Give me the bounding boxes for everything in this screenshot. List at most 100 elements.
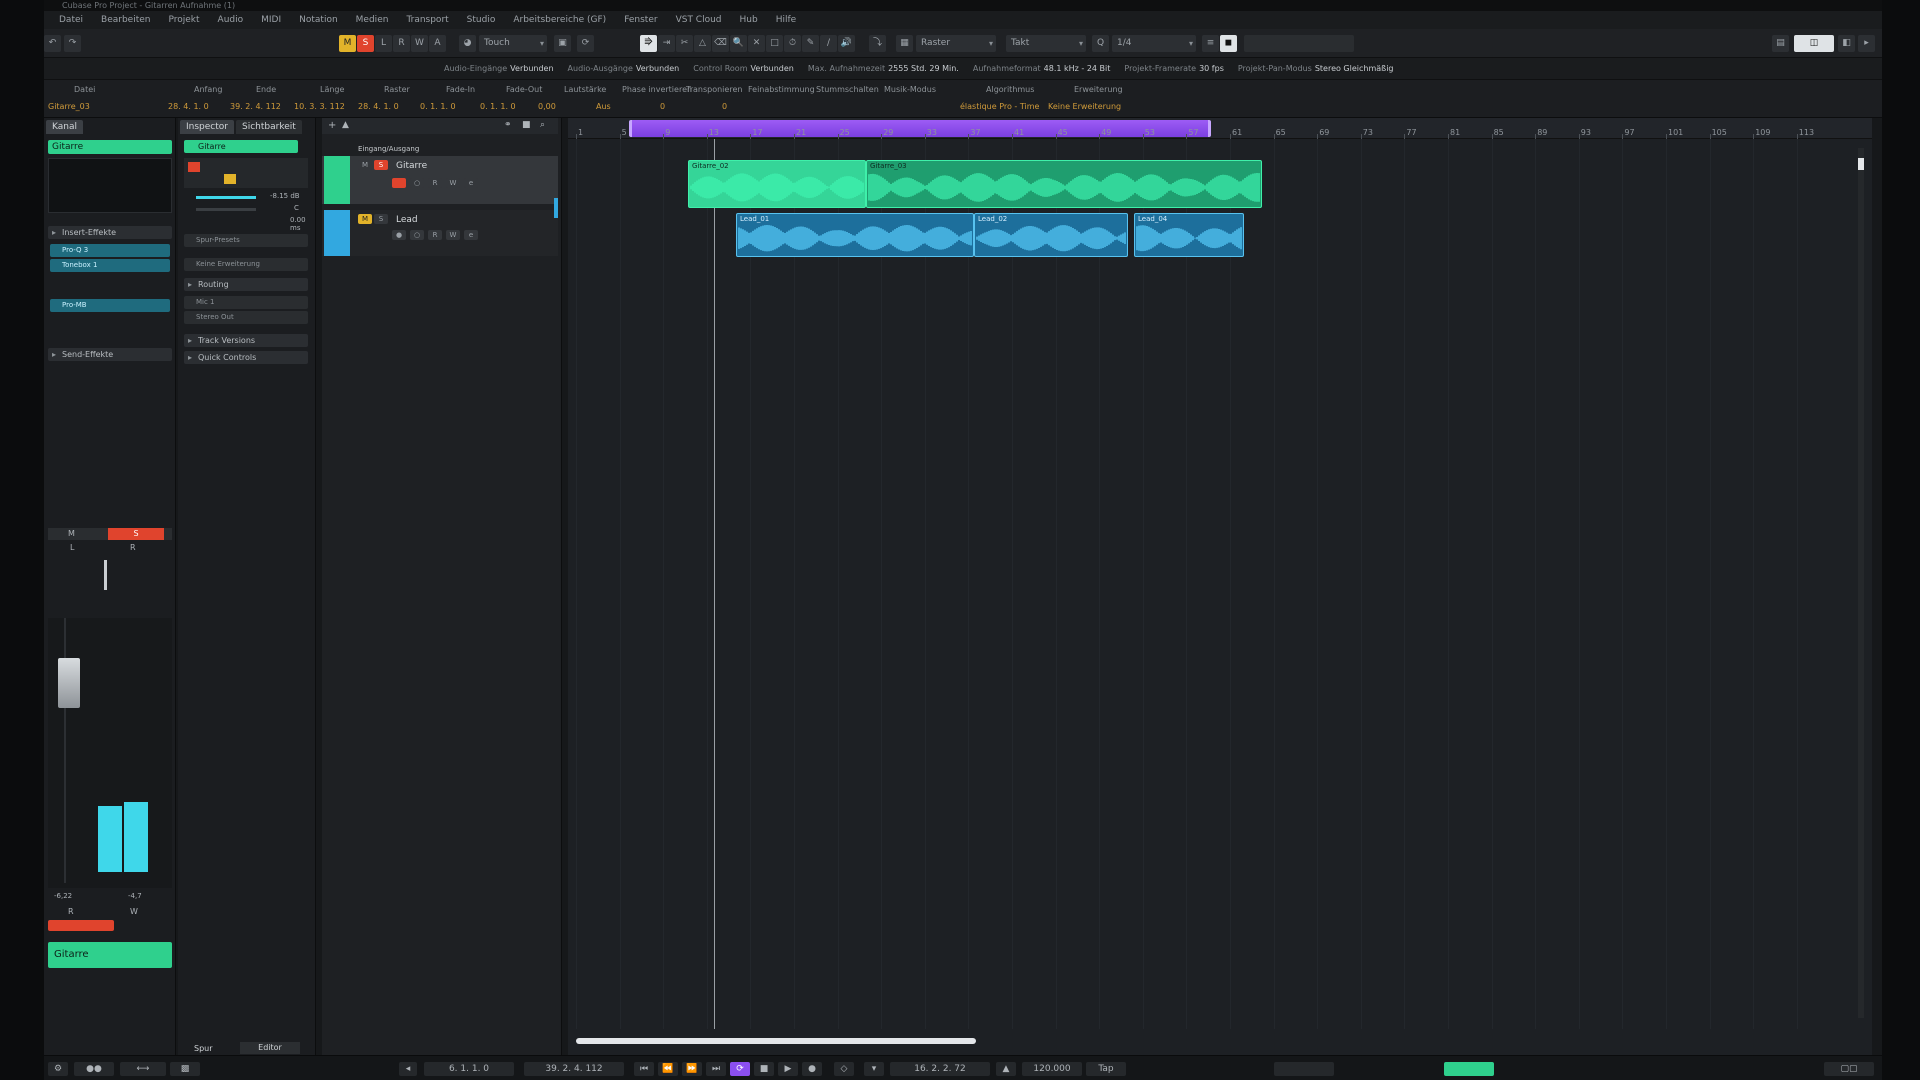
forward-icon[interactable]: ⏩ bbox=[682, 1062, 702, 1076]
info-value[interactable]: Gitarre_03 bbox=[48, 102, 90, 111]
channel-mute-button[interactable]: M bbox=[68, 528, 75, 540]
track-settings-icon[interactable]: ■ bbox=[522, 120, 531, 130]
record-icon[interactable]: ● bbox=[802, 1062, 822, 1076]
menu-item-4[interactable]: MIDI bbox=[252, 15, 290, 25]
left-locator-value[interactable]: 6. 1. 1. 0 bbox=[424, 1062, 514, 1076]
quick-controls-section[interactable]: Quick Controls bbox=[184, 351, 308, 364]
menu-item-10[interactable]: Fenster bbox=[615, 15, 666, 25]
info-value[interactable]: Keine Erweiterung bbox=[1048, 102, 1121, 111]
event-grid[interactable] bbox=[568, 118, 1872, 1055]
record-enable-button[interactable] bbox=[48, 920, 114, 931]
info-value[interactable]: 0,00 bbox=[538, 102, 556, 111]
automation-mode-dropdown[interactable]: Touch bbox=[479, 35, 547, 52]
stop-icon[interactable]: ■ bbox=[754, 1062, 774, 1076]
nudge-icons[interactable]: ⟷ bbox=[120, 1062, 166, 1076]
insert-slot-1[interactable]: Pro-Q 3 bbox=[50, 244, 170, 257]
snap-icon[interactable]: ⤵ bbox=[869, 35, 886, 52]
mute-tool-icon[interactable]: ✕ bbox=[748, 35, 765, 52]
vertical-scrollbar[interactable] bbox=[1858, 148, 1864, 1018]
track-presets-field[interactable]: Spur-Presets bbox=[184, 234, 308, 247]
channel-name[interactable]: Gitarre bbox=[48, 140, 172, 154]
menu-item-11[interactable]: VST Cloud bbox=[667, 15, 731, 25]
track-mute-button[interactable]: M bbox=[358, 160, 372, 170]
info-value[interactable]: 0. 1. 1. 0 bbox=[480, 102, 516, 111]
routing-section[interactable]: Routing bbox=[184, 278, 308, 291]
info-value[interactable]: 10. 3. 3. 112 bbox=[294, 102, 345, 111]
menu-item-3[interactable]: Audio bbox=[209, 15, 253, 25]
info-value[interactable]: 0. 1. 1. 0 bbox=[420, 102, 456, 111]
write-mode-button[interactable]: W bbox=[411, 35, 428, 52]
constrain-icon[interactable]: ▣ bbox=[554, 35, 571, 52]
channel-write-toggle[interactable]: W bbox=[130, 907, 138, 916]
draw-icon[interactable]: ✎ bbox=[802, 35, 819, 52]
channel-read-button[interactable]: R bbox=[130, 542, 136, 554]
info-value[interactable]: 28. 4. 1. 0 bbox=[358, 102, 399, 111]
tab-kanal[interactable]: Kanal bbox=[46, 120, 83, 134]
tap-tempo-button[interactable]: Tap bbox=[1086, 1062, 1126, 1076]
track-solo-button[interactable]: S bbox=[374, 160, 388, 170]
go-end-icon[interactable]: ⏭ bbox=[706, 1062, 726, 1076]
pan-slider[interactable] bbox=[196, 208, 256, 211]
play-tool-icon[interactable]: 🔊 bbox=[838, 35, 855, 52]
menu-item-7[interactable]: Transport bbox=[397, 15, 457, 25]
tab-inspector[interactable]: Inspector bbox=[180, 120, 234, 134]
audio-event[interactable]: Lead_01 bbox=[736, 213, 974, 257]
mute-mode-button[interactable]: M bbox=[339, 35, 356, 52]
pan-indicator[interactable] bbox=[104, 560, 107, 590]
vertical-scroll-thumb[interactable] bbox=[1858, 158, 1864, 170]
output-routing[interactable]: Stereo Out bbox=[184, 311, 308, 324]
window-layout-icon[interactable]: ▤ bbox=[1772, 35, 1789, 52]
snap-type-dropdown[interactable]: Raster bbox=[916, 35, 996, 52]
punch-icon[interactable]: ◇ bbox=[834, 1062, 854, 1076]
menu-item-5[interactable]: Notation bbox=[290, 15, 347, 25]
snap-type-icon[interactable]: ▦ bbox=[896, 35, 913, 52]
rewind-icon[interactable]: ⏪ bbox=[658, 1062, 678, 1076]
quantize-icon[interactable]: Q bbox=[1092, 35, 1109, 52]
range-select-icon[interactable]: ⇥ bbox=[658, 35, 675, 52]
info-value[interactable]: 39. 2. 4. 112 bbox=[230, 102, 281, 111]
tab-editor[interactable]: Editor bbox=[240, 1042, 300, 1054]
zone-right-icon[interactable]: ◧ bbox=[1838, 35, 1855, 52]
audio-event[interactable]: Gitarre_03 bbox=[866, 160, 1262, 208]
read-mode-button[interactable]: R bbox=[393, 35, 410, 52]
cycle-icon[interactable]: ⟳ bbox=[730, 1062, 750, 1076]
track-read-button[interactable]: R bbox=[428, 230, 442, 240]
track-row-lead[interactable]: M S Lead ● ○ R W e bbox=[322, 210, 558, 256]
insert-effects-header[interactable]: Insert-Effekte bbox=[48, 226, 172, 239]
insert-slot-3[interactable]: Pro-MB bbox=[50, 299, 170, 312]
track-monitor-button[interactable]: ○ bbox=[410, 178, 424, 188]
info-value[interactable]: 28. 4. 1. 0 bbox=[168, 102, 209, 111]
horizontal-scrollbar[interactable] bbox=[576, 1038, 976, 1044]
search-icon[interactable]: ⌕ bbox=[540, 120, 545, 130]
info-value[interactable]: Aus bbox=[596, 102, 611, 111]
tab-visibility[interactable]: Sichtbarkeit bbox=[236, 120, 302, 134]
track-mute-button[interactable]: M bbox=[358, 214, 372, 224]
send-effects-header[interactable]: Send-Effekte bbox=[48, 348, 172, 361]
iq-icon[interactable]: ≡ bbox=[1202, 35, 1219, 52]
sync-icon[interactable]: ⚭ bbox=[504, 120, 512, 130]
menu-item-0[interactable]: Datei bbox=[50, 15, 92, 25]
menu-item-13[interactable]: Hilfe bbox=[767, 15, 805, 25]
track-edit-button[interactable]: e bbox=[464, 178, 478, 188]
color-icon[interactable]: ◼ bbox=[1220, 35, 1237, 52]
left-locator-icon[interactable]: ◂ bbox=[399, 1062, 417, 1076]
zone-toggle-icon[interactable]: ◫ bbox=[1794, 35, 1834, 52]
autoscroll-icon[interactable]: ⟳ bbox=[577, 35, 594, 52]
transport-settings-icon[interactable]: ⚙ bbox=[48, 1062, 68, 1076]
automation-icon[interactable]: ◕ bbox=[459, 35, 476, 52]
zone-controls[interactable]: ▢▢ bbox=[1824, 1062, 1874, 1076]
info-value[interactable]: élastique Pro - Time bbox=[960, 102, 1039, 111]
info-value[interactable]: 0 bbox=[722, 102, 727, 111]
zoom-icon[interactable]: 🔍 bbox=[730, 35, 747, 52]
track-write-button[interactable]: W bbox=[446, 178, 460, 188]
audio-event[interactable]: Lead_04 bbox=[1134, 213, 1244, 257]
lock-button[interactable] bbox=[224, 174, 236, 184]
menu-item-12[interactable]: Hub bbox=[731, 15, 767, 25]
more-icon[interactable]: ▸ bbox=[1858, 35, 1875, 52]
comp-icon[interactable]: □ bbox=[766, 35, 783, 52]
line-icon[interactable]: ∕ bbox=[820, 35, 837, 52]
audio-event[interactable]: Lead_02 bbox=[974, 213, 1128, 257]
split-icon[interactable]: ✂ bbox=[676, 35, 693, 52]
track-monitor-button[interactable]: ○ bbox=[410, 230, 424, 240]
tab-spur[interactable]: Spur bbox=[194, 1044, 213, 1053]
